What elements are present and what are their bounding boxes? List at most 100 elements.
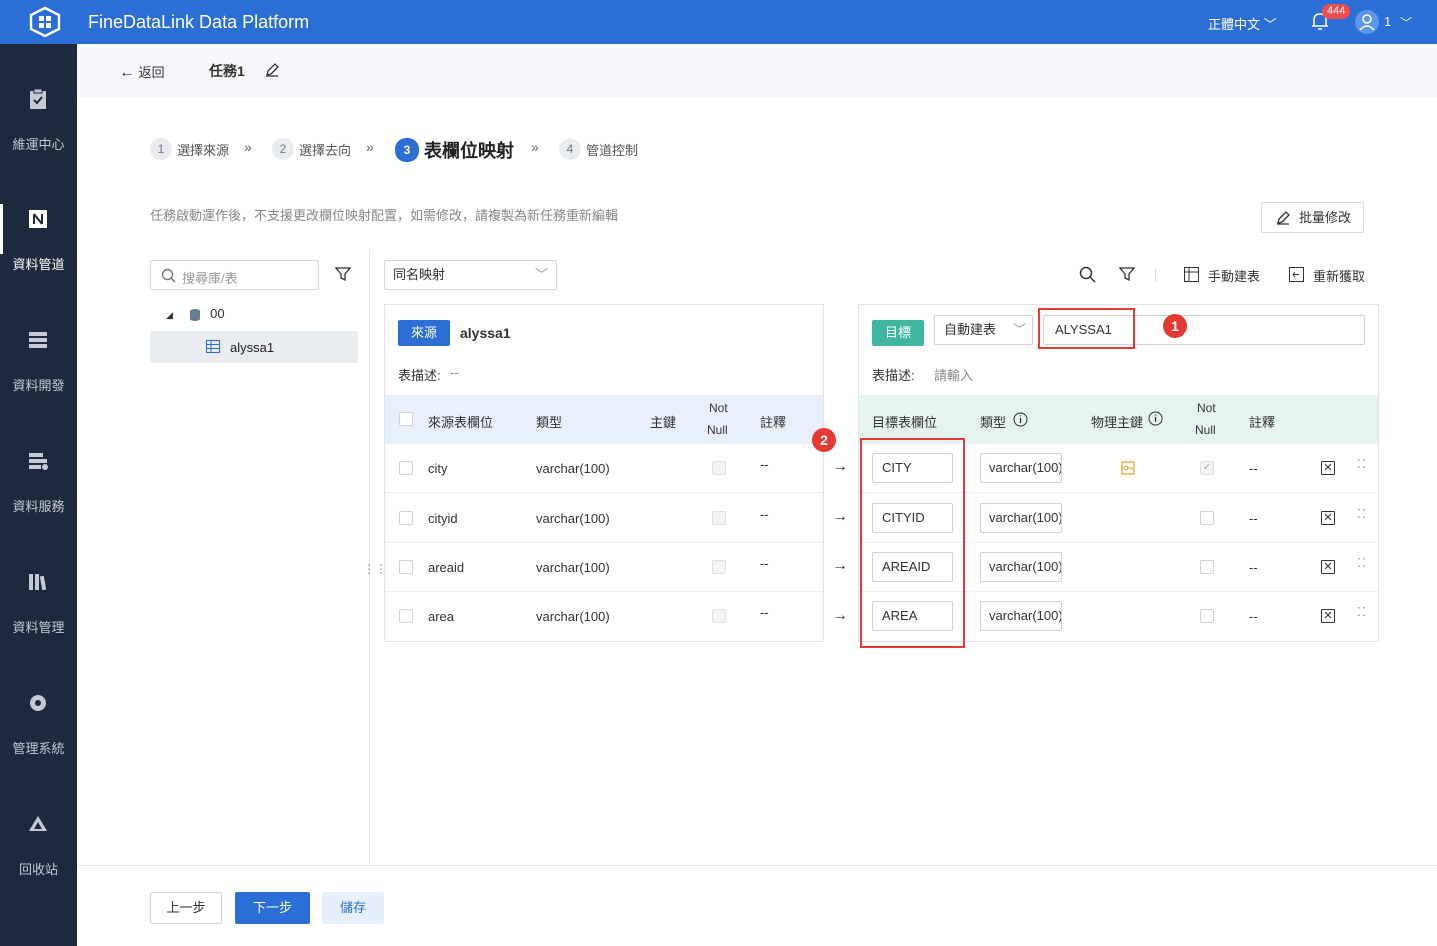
col-header-notnull-2: Null (707, 423, 728, 437)
manual-create-button[interactable]: 手動建表 (1208, 266, 1260, 285)
server-stack-icon (29, 332, 47, 348)
search-icon[interactable] (1079, 266, 1096, 283)
filter-icon[interactable] (1119, 266, 1135, 282)
target-type-input[interactable]: varchar(100) (980, 503, 1062, 533)
save-button[interactable]: 儲存 (322, 892, 384, 924)
delete-row-icon[interactable]: ✕ (1321, 461, 1335, 475)
col-header-field: 來源表欄位 (428, 415, 494, 430)
row-checkbox[interactable] (399, 511, 413, 525)
source-type: varchar(100) (536, 609, 610, 624)
source-type: varchar(100) (536, 560, 610, 575)
double-chevron-icon: » (366, 139, 374, 155)
step-label: 表欄位映射 (424, 141, 514, 161)
refresh-button[interactable]: 重新獲取 (1313, 266, 1365, 285)
target-comment: -- (1249, 609, 1258, 624)
col-header-pk: 主鍵 (650, 415, 677, 430)
notnull-checkbox (712, 560, 726, 574)
source-table-name: alyssa1 (460, 325, 511, 341)
step-4: 4 管道控制 (559, 138, 638, 160)
col-header-field: 目標表欄位 (872, 415, 938, 430)
mapping-arrow-icon: → (832, 557, 848, 574)
target-desc-input[interactable]: 請輸入 (934, 365, 973, 384)
back-button[interactable]: ← 返回 (119, 62, 165, 82)
sidebar-item-system-admin[interactable]: 管理系統 (0, 662, 77, 756)
next-step-button[interactable]: 下一步 (235, 892, 310, 924)
target-type-input[interactable]: varchar(100) (980, 601, 1062, 631)
language-label: 正體中文 (1208, 17, 1261, 32)
avatar[interactable] (1355, 10, 1379, 34)
col-header-pk: 物理主鍵 (1091, 415, 1144, 430)
sidebar-item-recycle-bin[interactable]: 回收站 (0, 783, 77, 877)
tree-node-database[interactable]: ◢ 00 (166, 306, 225, 322)
sidebar-item-data-pipeline[interactable]: 資料管道 (0, 178, 77, 272)
info-icon[interactable] (1148, 411, 1163, 426)
refresh-icon (1289, 267, 1304, 282)
edit-icon[interactable] (265, 63, 279, 77)
notnull-checkbox[interactable] (1200, 560, 1214, 574)
user-name[interactable]: 1 (1384, 14, 1391, 29)
source-type: varchar(100) (536, 511, 610, 526)
info-icon[interactable] (1013, 412, 1028, 427)
notnull-checkbox-checked: ✓ (1200, 461, 1214, 475)
tree-node-table[interactable]: alyssa1 (150, 331, 358, 363)
sidebar-item-data-management[interactable]: 資料管理 (0, 541, 77, 635)
source-desc-value: -- (450, 365, 459, 380)
user-icon (1359, 14, 1375, 31)
row-checkbox[interactable] (399, 461, 413, 475)
delete-row-icon[interactable]: ✕ (1321, 609, 1335, 623)
notnull-checkbox[interactable] (1200, 609, 1214, 623)
target-type-input[interactable]: varchar(100) (980, 552, 1062, 582)
source-tag: 來源 (398, 320, 450, 346)
panel-divider (369, 249, 370, 865)
prev-step-button[interactable]: 上一步 (150, 892, 222, 924)
highlight-box-target-fields (860, 438, 965, 648)
source-comment: -- (760, 507, 769, 522)
caret-down-icon: ◢ (166, 310, 173, 320)
source-field: city (428, 461, 448, 476)
col-header-notnull: Not (1197, 401, 1216, 415)
database-name: 00 (210, 306, 225, 321)
mapping-mode-select[interactable]: 同名映射 ﹀ (384, 260, 557, 290)
drag-row-icon[interactable]: ⁚⁚ (1357, 606, 1367, 618)
language-selector[interactable]: 正體中文 ﹀ (1208, 14, 1277, 33)
source-table-header: 來源表欄位 類型 主鍵 Not Null 註釋 (385, 395, 823, 444)
sidebar-item-ops-center[interactable]: 維運中心 (0, 58, 77, 152)
table-name: alyssa1 (230, 340, 275, 355)
col-header-comment: 註釋 (760, 415, 787, 430)
search-input[interactable]: 搜尋庫/表 (150, 260, 319, 290)
step-2: 2 選擇去向 (272, 138, 351, 160)
source-panel: 來源 alyssa1 表描述: -- 來源表欄位 類型 主鍵 Not Null … (384, 304, 824, 642)
delete-row-icon[interactable]: ✕ (1321, 560, 1335, 574)
notnull-checkbox (712, 461, 726, 475)
drag-row-icon[interactable]: ⁚⁚ (1357, 508, 1367, 520)
select-all-checkbox[interactable] (399, 412, 413, 426)
gear-icon (30, 695, 46, 711)
sidebar-item-data-dev[interactable]: 資料開發 (0, 299, 77, 393)
sidebar-item-label: 管理系統 (12, 741, 65, 756)
user-chevron-icon[interactable]: ﹀ (1400, 14, 1412, 31)
batch-edit-button[interactable]: 批量修改 (1261, 202, 1364, 233)
database-icon (189, 308, 200, 321)
primary-key-icon[interactable] (1121, 461, 1135, 475)
row-checkbox[interactable] (399, 609, 413, 623)
notnull-checkbox[interactable] (1200, 511, 1214, 525)
row-checkbox[interactable] (399, 560, 413, 574)
drag-row-icon[interactable]: ⁚⁚ (1357, 557, 1367, 569)
batch-edit-label: 批量修改 (1299, 210, 1352, 225)
delete-row-icon[interactable]: ✕ (1321, 511, 1335, 525)
source-desc-label: 表描述: (398, 368, 441, 383)
target-comment: -- (1249, 511, 1258, 526)
sidebar-item-label: 資料管理 (12, 620, 65, 635)
target-type-input[interactable]: varchar(100) (980, 453, 1062, 483)
source-field: cityid (428, 511, 458, 526)
create-mode-select[interactable]: 自動建表 ﹀ (934, 315, 1033, 345)
filter-icon[interactable] (335, 266, 351, 282)
sidebar-item-data-service[interactable]: 資料服務 (0, 420, 77, 514)
mapping-arrow-icon: → (832, 508, 848, 525)
step-label: 選擇去向 (299, 142, 352, 158)
mapping-arrow-icon: → (832, 607, 848, 624)
chevron-down-icon: ﹀ (1012, 322, 1026, 337)
drag-row-icon[interactable]: ⁚⁚ (1357, 458, 1367, 470)
table-row: cityid varchar(100) -- (385, 494, 823, 543)
col-header-type: 類型 (980, 415, 1007, 430)
